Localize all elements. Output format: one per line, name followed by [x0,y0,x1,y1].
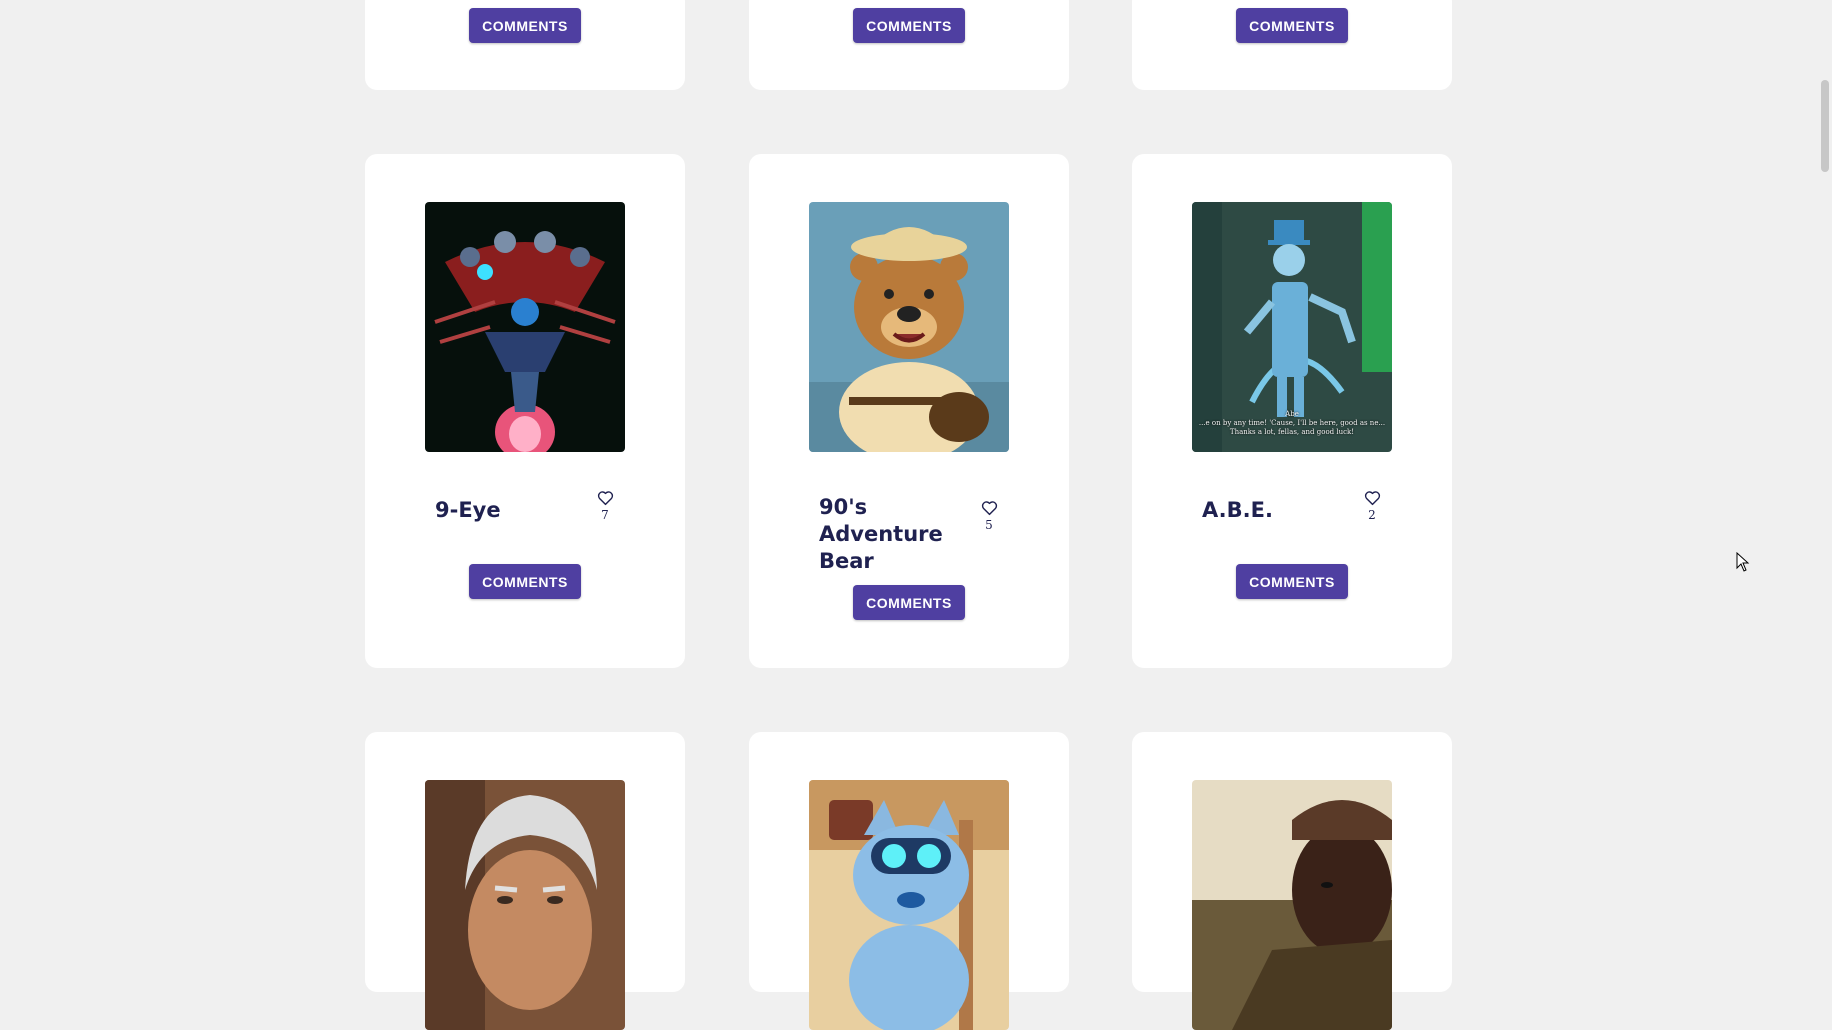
like-button[interactable]: 2 [1357,490,1387,522]
like-count: 5 [985,518,993,532]
character-card: COMMENTS [749,0,1069,90]
robot-dog-image [809,780,1009,1030]
mouse-cursor-icon [1736,552,1750,572]
character-card [749,732,1069,1030]
character-image[interactable] [1192,780,1392,1030]
like-count: 2 [1368,508,1376,522]
character-name[interactable]: A.B.E. [1202,497,1273,524]
robot-camera-image [425,202,625,452]
comments-button[interactable]: COMMENTS [469,564,581,599]
character-image[interactable] [809,202,1009,452]
heart-icon [597,491,613,506]
character-image[interactable]: Abe ...e on by any time! 'Cause, I'll be… [1192,202,1392,452]
man-in-hat-image [1192,780,1392,1030]
character-image[interactable] [425,780,625,1030]
like-button[interactable]: 7 [590,490,620,522]
character-image[interactable] [809,780,1009,1030]
character-card [365,732,685,1030]
character-card: COMMENTS [365,0,685,90]
heart-icon [981,501,997,516]
comments-button[interactable]: COMMENTS [853,8,965,43]
cartoon-bear-image [809,202,1009,452]
scrollbar-thumb[interactable] [1821,80,1829,172]
page-scrollbar[interactable] [1818,0,1832,947]
character-card: 9-Eye 7 COMMENTS [365,154,685,668]
character-card: 90's Adventure Bear 5 COMMENTS [749,154,1069,668]
character-image[interactable] [425,202,625,452]
character-card: COMMENTS [1132,0,1452,90]
heart-icon [1364,491,1380,506]
character-name[interactable]: 90's Adventure Bear [819,494,979,575]
character-card [1132,732,1452,1030]
like-count: 7 [601,508,609,522]
gray-haired-man-image [425,780,625,1030]
comments-button[interactable]: COMMENTS [469,8,581,43]
character-card: Abe ...e on by any time! 'Cause, I'll be… [1132,154,1452,668]
comments-button[interactable]: COMMENTS [1236,564,1348,599]
comments-button[interactable]: COMMENTS [1236,8,1348,43]
like-button[interactable]: 5 [974,500,1004,532]
character-name[interactable]: 9-Eye [435,497,501,524]
comments-button[interactable]: COMMENTS [853,585,965,620]
image-caption: Abe ...e on by any time! 'Cause, I'll be… [1198,410,1386,436]
